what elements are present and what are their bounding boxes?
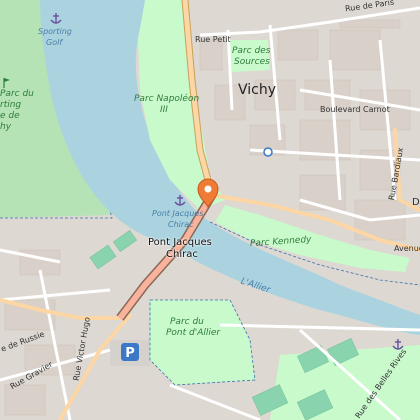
street-rue-petit: Rue Petit bbox=[195, 35, 231, 44]
parc-napoleon-label-1: Parc Napoléon bbox=[134, 94, 200, 104]
street-avenue: Avenue bbox=[394, 244, 420, 253]
left-park-label-3: e de bbox=[0, 111, 20, 121]
marina-label-1: Pont Jacques bbox=[152, 209, 204, 218]
left-park-label-2: rting bbox=[0, 100, 22, 110]
map-view[interactable]: P Sporting Golf Parc du rting e de hy Ru… bbox=[0, 0, 420, 420]
bridge-label-2: Chirac bbox=[166, 249, 198, 260]
sporting-golf-label-2: Golf bbox=[46, 38, 63, 47]
marina-label-2: Chirac bbox=[168, 220, 194, 229]
parc-des-sources-label-2: Sources bbox=[234, 57, 270, 67]
city-label-vichy: Vichy bbox=[238, 82, 277, 98]
parc-des-sources-area bbox=[228, 40, 270, 72]
left-park-label-1: Parc du bbox=[0, 89, 34, 99]
left-park-label-4: hy bbox=[0, 122, 12, 132]
parc-napoleon-label-2: III bbox=[160, 105, 168, 115]
parc-pont-allier-label-1: Parc du bbox=[170, 317, 204, 327]
map-canvas[interactable]: P bbox=[0, 0, 420, 420]
bridge-label-1: Pont Jacques bbox=[148, 237, 212, 248]
street-boulevard-carnot: Boulevard Carnot bbox=[320, 105, 390, 114]
station-icon[interactable] bbox=[263, 147, 273, 157]
sporting-golf-label-1: Sporting bbox=[38, 27, 72, 36]
parc-des-sources-label-1: Parc des bbox=[232, 46, 271, 56]
parking-icon[interactable]: P bbox=[121, 343, 139, 361]
svg-text:P: P bbox=[125, 346, 135, 361]
parc-pont-allier-label-2: Pont d'Allier bbox=[166, 328, 221, 338]
road-d-label: D bbox=[412, 197, 420, 208]
